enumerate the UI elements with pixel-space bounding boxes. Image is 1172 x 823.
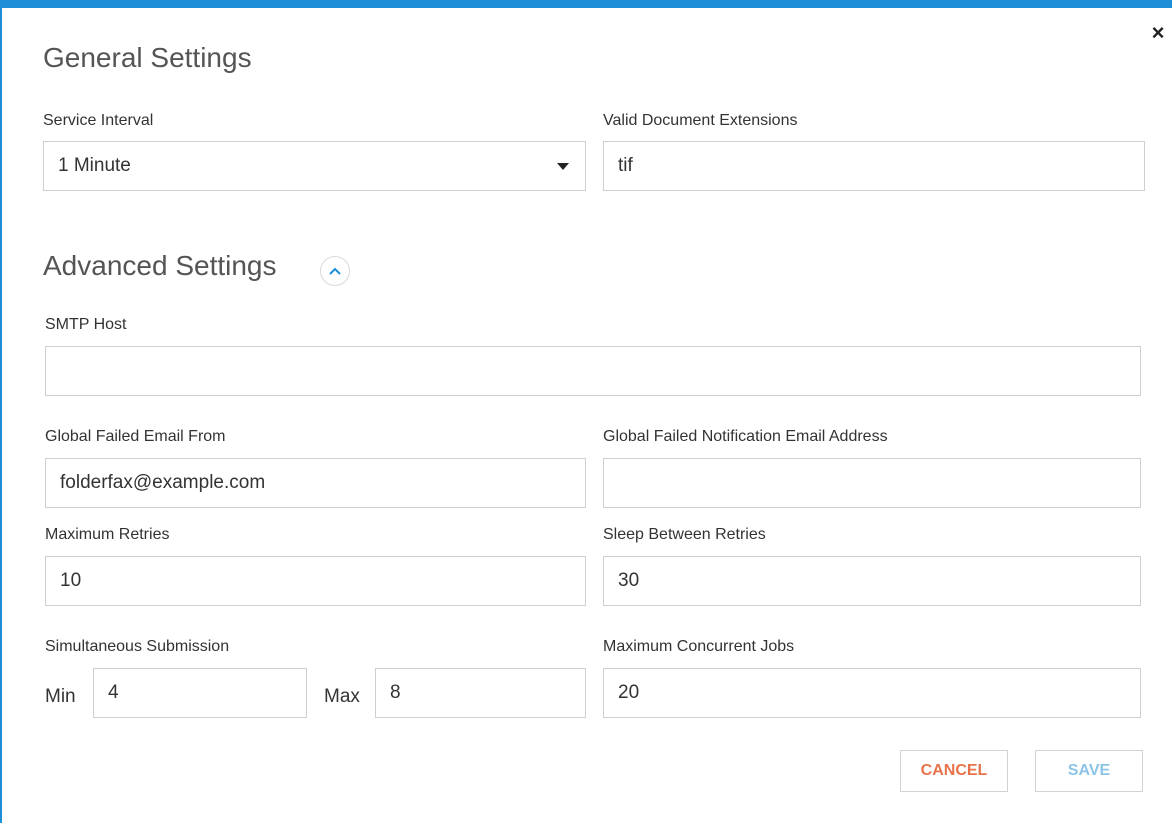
notify-email-label: Global Failed Notification Email Address bbox=[603, 428, 888, 445]
smtp-host-input[interactable] bbox=[45, 346, 1141, 396]
concurrent-label: Maximum Concurrent Jobs bbox=[603, 638, 795, 655]
service-interval-value: 1 Minute bbox=[58, 155, 131, 176]
email-from-label: Global Failed Email From bbox=[45, 428, 226, 445]
email-from-value: folderfax@example.com bbox=[60, 472, 266, 493]
caret-down-icon bbox=[557, 163, 569, 170]
max-input[interactable]: 8 bbox=[375, 668, 586, 718]
sleep-input[interactable]: 30 bbox=[603, 556, 1141, 606]
chevron-up-icon bbox=[329, 267, 341, 275]
dialog-top-accent-bar bbox=[0, 0, 1172, 8]
simultaneous-label: Simultaneous Submission bbox=[45, 638, 230, 655]
max-label: Max bbox=[324, 686, 360, 707]
email-from-input[interactable]: folderfax@example.com bbox=[45, 458, 586, 508]
sleep-value: 30 bbox=[618, 570, 640, 591]
extensions-value: tif bbox=[618, 155, 633, 176]
concurrent-value: 20 bbox=[618, 682, 640, 703]
collapse-advanced-button[interactable] bbox=[320, 256, 350, 286]
max-retries-label: Maximum Retries bbox=[45, 526, 170, 543]
extensions-label: Valid Document Extensions bbox=[603, 112, 798, 129]
cancel-button[interactable]: CANCEL bbox=[900, 750, 1008, 792]
notify-email-input[interactable] bbox=[603, 458, 1141, 508]
sleep-label: Sleep Between Retries bbox=[603, 526, 766, 543]
dialog-left-border bbox=[0, 8, 2, 823]
general-settings-title: General Settings bbox=[43, 42, 252, 73]
service-interval-label: Service Interval bbox=[43, 112, 154, 129]
min-input[interactable]: 4 bbox=[93, 668, 307, 718]
save-button[interactable]: SAVE bbox=[1035, 750, 1143, 792]
max-value: 8 bbox=[390, 682, 401, 703]
extensions-input[interactable]: tif bbox=[603, 141, 1145, 191]
max-retries-input[interactable]: 10 bbox=[45, 556, 586, 606]
min-value: 4 bbox=[108, 682, 119, 703]
smtp-host-label: SMTP Host bbox=[45, 316, 127, 333]
min-label: Min bbox=[45, 686, 76, 707]
service-interval-select[interactable]: 1 Minute bbox=[43, 141, 586, 191]
max-retries-value: 10 bbox=[60, 570, 82, 591]
concurrent-input[interactable]: 20 bbox=[603, 668, 1141, 718]
advanced-settings-title: Advanced Settings bbox=[43, 250, 277, 281]
close-icon[interactable]: × bbox=[1147, 22, 1169, 44]
